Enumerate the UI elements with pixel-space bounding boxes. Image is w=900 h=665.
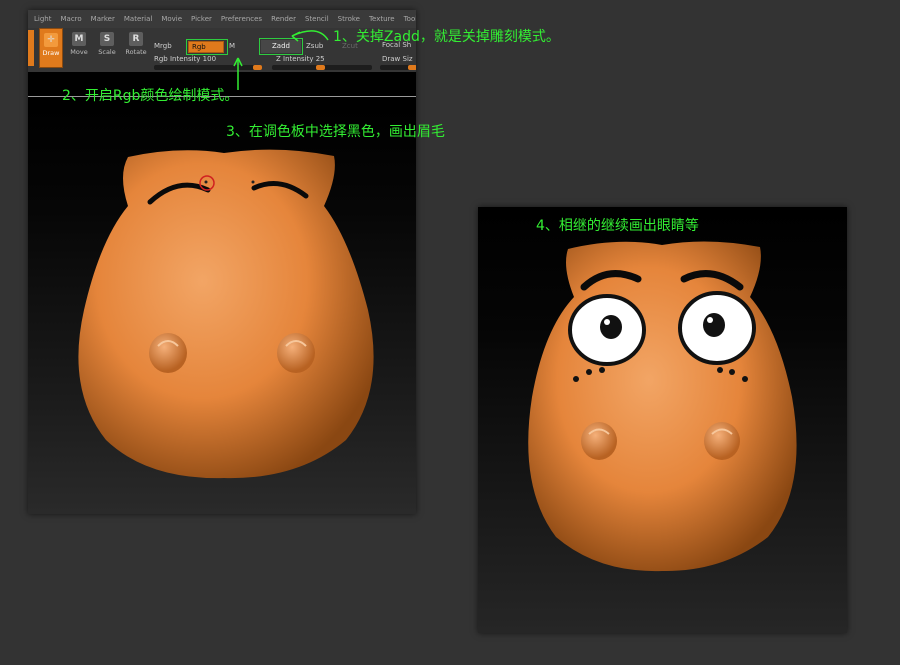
right-screenshot-panel xyxy=(478,207,847,633)
annotation-step-3: 3、在调色板中选择黑色，画出眉毛 xyxy=(226,124,445,140)
annotation-step-2: 2、开启Rgb颜色绘制模式。 xyxy=(62,88,239,104)
hippo-model-eyes xyxy=(528,241,797,572)
annotation-step-4: 4、相继的继续画出眼睛等 xyxy=(536,218,699,234)
annotation-step-1: 1、关掉Zadd，就是关掉雕刻模式。 xyxy=(333,29,560,45)
